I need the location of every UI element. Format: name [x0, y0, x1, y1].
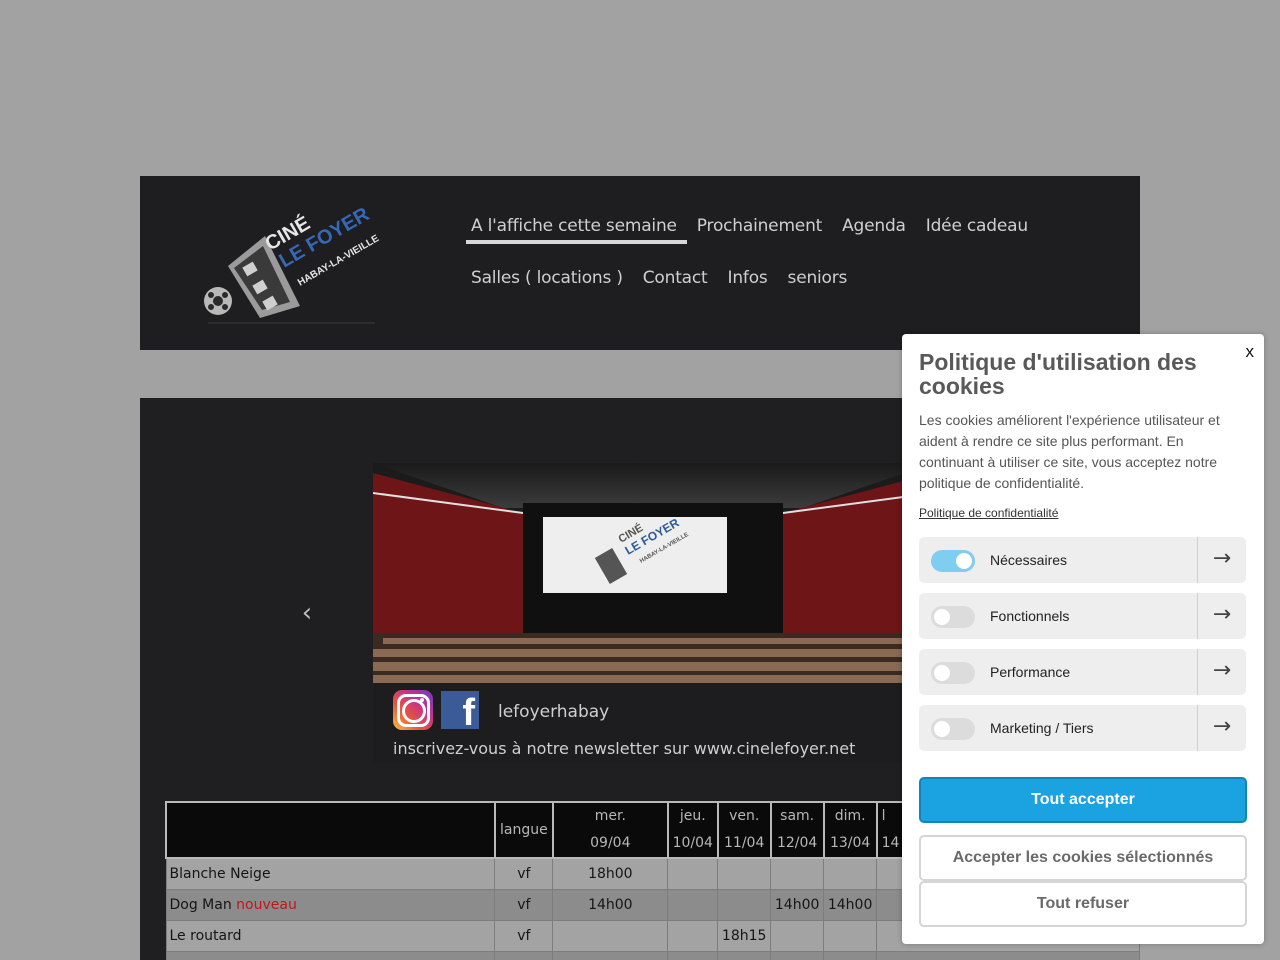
- film-title: [165, 951, 496, 960]
- header-day: dim. 13/04: [822, 801, 878, 859]
- accept-selected-button[interactable]: Accepter les cookies sélectionnés: [919, 835, 1247, 881]
- close-icon[interactable]: x: [1246, 342, 1255, 362]
- header-day: sam. 12/04: [769, 801, 825, 859]
- film-language: vf: [494, 920, 554, 952]
- cookie-category-functional: Fonctionnels →: [919, 593, 1246, 639]
- marketing-toggle[interactable]: [931, 718, 975, 740]
- cinema-logo[interactable]: CINÉ LE FOYER HABAY-LA-VIEILLE: [200, 203, 381, 324]
- showtime: [552, 951, 669, 960]
- slide-caption: f lefoyerhabay inscrivez-vous à notre ne…: [373, 683, 933, 763]
- arrow-right-icon[interactable]: →: [1197, 705, 1246, 751]
- slider-prev-arrow[interactable]: ‹: [292, 598, 322, 628]
- arrow-right-icon[interactable]: →: [1197, 593, 1246, 639]
- header-day: jeu. 10/04: [666, 801, 719, 859]
- showtime: [667, 920, 719, 952]
- nav-gift-idea[interactable]: Idée cadeau: [921, 216, 1038, 244]
- main-nav-row2: Salles ( locations ) Contact Infos senio…: [466, 268, 862, 294]
- showtime: [876, 951, 1140, 960]
- facebook-icon[interactable]: f: [441, 691, 479, 734]
- film-language: vf: [494, 857, 554, 890]
- showtime: [823, 920, 878, 952]
- nav-seniors[interactable]: seniors: [783, 268, 858, 294]
- refuse-all-button[interactable]: Tout refuser: [919, 881, 1247, 927]
- header-language: langue: [493, 801, 554, 859]
- category-label: Nécessaires: [990, 552, 1068, 568]
- privacy-policy-link[interactable]: Politique de confidentialité: [919, 506, 1058, 520]
- table-row: [165, 951, 1140, 960]
- main-nav-row1: A l'affiche cette semaine Prochainement …: [466, 216, 1043, 244]
- cookie-consent-dialog: x Politique d'utilisation des cookies Le…: [902, 334, 1264, 944]
- showtime: [770, 857, 825, 890]
- film-title[interactable]: Blanche Neige: [165, 857, 496, 890]
- showtime: [823, 857, 878, 890]
- showtime: [770, 951, 825, 960]
- cookie-category-performance: Performance →: [919, 649, 1246, 695]
- film-title[interactable]: Le routard: [165, 920, 496, 952]
- showtime: [667, 857, 719, 890]
- showtime: [770, 920, 825, 952]
- nav-upcoming[interactable]: Prochainement: [692, 216, 832, 244]
- category-label: Performance: [990, 664, 1071, 680]
- showtime: [667, 951, 719, 960]
- film-language: vf: [494, 889, 554, 921]
- nav-contact[interactable]: Contact: [638, 268, 718, 294]
- film-language: [494, 951, 554, 960]
- new-badge: nouveau: [236, 897, 297, 913]
- accept-all-button[interactable]: Tout accepter: [919, 777, 1247, 823]
- image-slider: LE FOYER CINÉ HABAY-LA-VIEILLE f lefoyer…: [372, 463, 934, 763]
- header-day: ven. 11/04: [716, 801, 772, 859]
- newsletter-text: inscrivez-vous à notre newsletter sur ww…: [393, 739, 856, 758]
- showtime: 14h00: [770, 889, 825, 921]
- header-day: mer. 09/04: [551, 801, 669, 859]
- category-label: Marketing / Tiers: [990, 720, 1094, 736]
- nav-this-week[interactable]: A l'affiche cette semaine: [466, 216, 687, 244]
- site-header: CINÉ LE FOYER HABAY-LA-VIEILLE A l'affic…: [140, 176, 1140, 350]
- cookie-dialog-text: Les cookies améliorent l'expérience util…: [919, 412, 1220, 491]
- arrow-right-icon[interactable]: →: [1197, 537, 1246, 583]
- showtime: 18h00: [552, 857, 669, 890]
- showtime: 14h00: [552, 889, 669, 921]
- functional-toggle[interactable]: [931, 606, 975, 628]
- arrow-right-icon[interactable]: →: [1197, 649, 1246, 695]
- performance-toggle[interactable]: [931, 662, 975, 684]
- header-film: [165, 801, 496, 859]
- social-handle: lefoyerhabay: [498, 702, 610, 722]
- necessary-toggle[interactable]: [931, 550, 975, 572]
- showtime: [717, 951, 772, 960]
- cookie-category-necessary: Nécessaires →: [919, 537, 1246, 583]
- showtime: [717, 889, 772, 921]
- showtime: [717, 857, 772, 890]
- cookie-dialog-title: Politique d'utilisation des cookies: [919, 349, 1197, 399]
- category-label: Fonctionnels: [990, 608, 1070, 624]
- showtime: 14h00: [823, 889, 878, 921]
- instagram-icon[interactable]: [393, 690, 433, 730]
- film-title[interactable]: Dog Man nouveau: [165, 889, 496, 921]
- showtime: [667, 889, 719, 921]
- nav-infos[interactable]: Infos: [723, 268, 778, 294]
- cookie-category-marketing: Marketing / Tiers →: [919, 705, 1246, 751]
- showtime: [552, 920, 669, 952]
- nav-rooms[interactable]: Salles ( locations ): [466, 268, 633, 294]
- nav-agenda[interactable]: Agenda: [837, 216, 916, 244]
- showtime: [823, 951, 878, 960]
- showtime: 18h15: [717, 920, 772, 952]
- cinema-hall-image: LE FOYER CINÉ HABAY-LA-VIEILLE: [372, 463, 934, 683]
